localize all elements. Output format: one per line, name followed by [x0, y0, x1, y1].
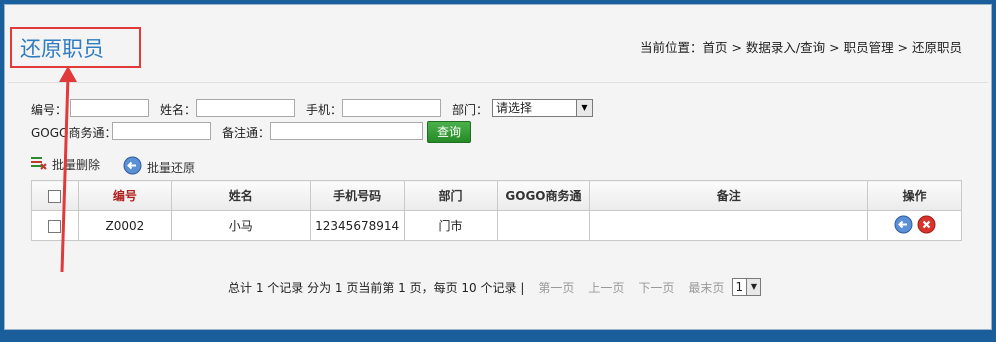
- remark-input[interactable]: [270, 122, 423, 140]
- phone-input[interactable]: [342, 99, 441, 117]
- pagination: 总计 1 个记录 分为 1 页当前第 1 页，每页 10 个记录 | 第一页 上…: [228, 278, 762, 296]
- code-input[interactable]: [70, 99, 149, 117]
- select-all-cell: [31, 180, 79, 211]
- column-header-phone: 手机号码: [309, 180, 405, 211]
- batch-delete-icon: [31, 156, 47, 173]
- row-checkbox[interactable]: [48, 219, 62, 233]
- header-divider: [8, 82, 988, 83]
- dept-label: 部门：: [452, 103, 489, 117]
- row-select-cell: [31, 210, 79, 241]
- cell-phone: 12345678914: [309, 210, 405, 241]
- batch-delete-button[interactable]: 批量删除: [31, 156, 100, 173]
- breadcrumb: 当前位置：首页 > 数据录入/查询 > 职员管理 > 还原职员: [640, 40, 962, 55]
- column-header-dept: 部门: [403, 180, 498, 211]
- pager-last[interactable]: 最末页: [688, 279, 724, 296]
- code-label: 编号：: [31, 103, 68, 117]
- name-input[interactable]: [196, 99, 295, 117]
- phone-label: 手机：: [306, 103, 343, 117]
- table-row: Z0002 小马 12345678914 门市: [31, 210, 962, 241]
- cell-remark: [589, 210, 869, 241]
- column-header-actions: 操作: [867, 180, 962, 211]
- remark-label: 备注通：: [222, 126, 271, 140]
- cell-code: Z0002: [77, 210, 172, 241]
- pager-summary: 总计 1 个记录 分为 1 页当前第 1 页，每页 10 个记录 |: [228, 280, 525, 295]
- page-select[interactable]: 1 ▼: [732, 278, 762, 296]
- gogo-label: GOGO商务通：: [31, 126, 117, 140]
- pager-next[interactable]: 下一页: [638, 279, 674, 296]
- query-button[interactable]: 查询: [427, 121, 471, 143]
- page-select-value: 1: [735, 280, 744, 294]
- cell-name: 小马: [170, 210, 311, 241]
- name-label: 姓名：: [160, 103, 197, 117]
- column-header-name: 姓名: [170, 180, 311, 211]
- cell-gogo: [496, 210, 591, 241]
- chevron-down-icon[interactable]: ▼: [576, 100, 592, 116]
- page-title: 还原职员: [20, 37, 104, 61]
- gogo-input[interactable]: [112, 122, 211, 140]
- delete-icon[interactable]: [917, 215, 936, 237]
- column-header-gogo: GOGO商务通: [496, 180, 591, 211]
- column-header-code[interactable]: 编号: [77, 180, 172, 211]
- dept-select[interactable]: 请选择 ▼: [492, 99, 593, 117]
- batch-restore-icon: [123, 156, 142, 178]
- chevron-down-icon[interactable]: ▼: [746, 279, 761, 295]
- pager-first[interactable]: 第一页: [538, 279, 574, 296]
- restore-icon[interactable]: [894, 215, 913, 237]
- batch-restore-label: 批量还原: [147, 160, 196, 175]
- table-header-row: 编号 姓名 手机号码 部门 GOGO商务通 备注 操作: [31, 180, 962, 211]
- pager-prev[interactable]: 上一页: [588, 279, 624, 296]
- cell-actions: [867, 210, 962, 241]
- batch-restore-button[interactable]: 批量还原: [123, 156, 195, 178]
- column-header-remark: 备注: [589, 180, 869, 211]
- batch-delete-label: 批量删除: [52, 158, 101, 172]
- select-all-checkbox[interactable]: [48, 189, 62, 203]
- staff-table: 编号 姓名 手机号码 部门 GOGO商务通 备注 操作 Z0002 小马 123…: [31, 180, 962, 241]
- dept-select-value: 请选择: [496, 101, 533, 115]
- cell-dept: 门市: [403, 210, 498, 241]
